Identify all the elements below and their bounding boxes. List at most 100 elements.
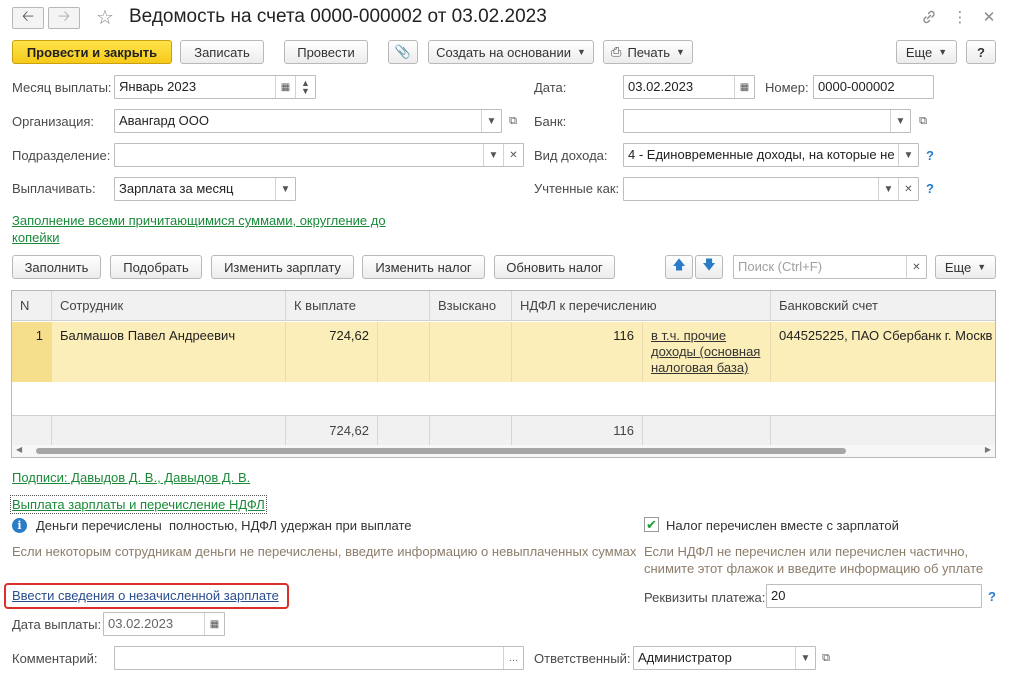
date-label: Дата:	[534, 80, 567, 95]
income-field[interactable]: 4 - Единовременные доходы, на которые не…	[623, 143, 919, 167]
back-button[interactable]: 🡠	[12, 7, 44, 29]
clear-icon[interactable]: ✕	[906, 256, 926, 278]
chevron-down-icon: ▼	[576, 47, 586, 57]
number-value: 0000-000002	[818, 79, 895, 94]
fill-settings-link[interactable]: Заполнение всеми причитающимися суммами,…	[12, 213, 386, 228]
search-input[interactable]: Поиск (Ctrl+F)	[734, 256, 906, 278]
chevron-down-icon[interactable]: ▼	[898, 144, 918, 166]
responsible-label: Ответственный:	[534, 651, 631, 666]
date-field[interactable]: 03.02.2023 ▦	[623, 75, 755, 99]
scrollbar-thumb[interactable]	[36, 448, 846, 454]
horizontal-scrollbar[interactable]: ◀ ▶	[12, 445, 995, 457]
pay-field[interactable]: Зарплата за месяц ▼	[114, 177, 296, 201]
help-question-icon[interactable]: ?	[926, 148, 934, 163]
comment-value	[115, 647, 503, 669]
col-employee[interactable]: Сотрудник	[52, 291, 286, 321]
more-label: Еще	[905, 44, 933, 60]
chevron-down-icon[interactable]: ▼	[890, 110, 910, 132]
forward-button[interactable]: 🡢	[48, 7, 80, 29]
create-based-button[interactable]: Создать на основании ▼	[428, 40, 594, 64]
change-salary-button[interactable]: Изменить зарплату	[211, 255, 354, 279]
help-question-icon[interactable]: ?	[988, 589, 996, 604]
clear-icon[interactable]: ✕	[898, 178, 918, 200]
pick-button[interactable]: Подобрать	[110, 255, 202, 279]
pay-value: Зарплата за месяц	[119, 181, 234, 196]
move-up-button[interactable]: 🡅	[665, 255, 693, 279]
counted-field[interactable]: ▼ ✕	[623, 177, 919, 201]
unaccrued-salary-link[interactable]: Ввести сведения о незачисленной зарплате	[12, 588, 279, 603]
fill-settings-link-cont[interactable]: копейки	[12, 230, 60, 245]
arrow-up-icon: 🡅	[672, 257, 686, 272]
post-and-close-button[interactable]: Провести и закрыть	[12, 40, 172, 64]
month-field[interactable]: Январь 2023 ▦ ▲ ▼	[114, 75, 316, 99]
signatures-link[interactable]: Подписи: Давыдов Д. В., Давыдов Д. В.	[12, 470, 250, 485]
more-button[interactable]: Еще ▼	[896, 40, 957, 64]
col-withheld[interactable]: Взыскано	[430, 291, 512, 321]
close-icon[interactable]: ✕	[980, 8, 998, 26]
table-more-label: Еще	[944, 259, 972, 275]
footer-cell	[12, 416, 52, 446]
ndfl-breakdown-link-1[interactable]: в т.ч. прочие	[651, 328, 762, 344]
calendar-icon[interactable]: ▦	[204, 613, 224, 635]
help-question-icon[interactable]: ?	[926, 181, 934, 196]
scroll-right-icon[interactable]: ▶	[985, 445, 991, 454]
open-icon[interactable]: ⧉	[503, 110, 523, 132]
payment-link[interactable]: Выплата зарплаты и перечисление НДФЛ	[10, 495, 267, 514]
comment-field[interactable]: …	[114, 646, 524, 670]
col-n[interactable]: N	[12, 291, 52, 321]
calendar-icon[interactable]: ▦	[734, 76, 754, 98]
fill-button[interactable]: Заполнить	[12, 255, 101, 279]
tax-with-salary-checkbox[interactable]: ✔	[644, 517, 659, 532]
help-button[interactable]: ?	[966, 40, 996, 64]
scroll-left-icon[interactable]: ◀	[16, 445, 22, 454]
pay-date-field[interactable]: 03.02.2023 ▦	[103, 612, 225, 636]
print-button[interactable]: ⎙ Печать ▼	[603, 40, 693, 64]
cell-withheld	[430, 322, 512, 382]
tax-with-salary-label[interactable]: Налог перечислен вместе с зарплатой	[666, 518, 899, 533]
dept-field[interactable]: ▼ ✕	[114, 143, 524, 167]
move-down-button[interactable]: 🡇	[695, 255, 723, 279]
cell-account: 044525225, ПАО Сбербанк г. Москв	[779, 328, 993, 343]
chevron-down-icon[interactable]: ▼	[483, 144, 503, 166]
col-account[interactable]: Банковский счет	[771, 291, 995, 321]
bank-field[interactable]: ▼	[623, 109, 911, 133]
more-vertical-icon[interactable]: ⋮	[951, 8, 969, 26]
search-field[interactable]: Поиск (Ctrl+F) ✕	[733, 255, 927, 279]
open-icon[interactable]: ⧉	[816, 647, 836, 669]
clear-icon[interactable]: ✕	[503, 144, 523, 166]
col-to-pay[interactable]: К выплате	[286, 291, 430, 321]
table-footer: 724,62 116	[12, 415, 995, 446]
refresh-tax-button[interactable]: Обновить налог	[494, 255, 615, 279]
col-ndfl[interactable]: НДФЛ к перечислению	[512, 291, 771, 321]
org-field[interactable]: Авангард ООО ▼	[114, 109, 502, 133]
attach-button[interactable]: 📎	[388, 40, 418, 64]
open-icon[interactable]: ⧉	[913, 110, 933, 132]
table-more-button[interactable]: Еще ▼	[935, 255, 996, 279]
ndfl-breakdown-link-2[interactable]: доходы (основная	[651, 344, 762, 360]
chevron-down-icon[interactable]: ▼	[481, 110, 501, 132]
table-header: N Сотрудник К выплате Взыскано НДФЛ к пе…	[12, 291, 995, 321]
counted-label: Учтенные как:	[534, 181, 620, 196]
link-icon[interactable]	[920, 8, 938, 26]
calendar-icon[interactable]: ▦	[275, 76, 295, 98]
print-label: Печать	[627, 44, 671, 60]
ndfl-breakdown-link-3[interactable]: налоговая база)	[651, 360, 762, 376]
ellipsis-icon[interactable]: …	[503, 647, 523, 669]
number-field[interactable]: 0000-000002	[813, 75, 934, 99]
responsible-field[interactable]: Администратор ▼	[633, 646, 816, 670]
chevron-down-icon[interactable]: ▼	[795, 647, 815, 669]
star-icon[interactable]: ☆	[96, 7, 114, 29]
pay-date-label: Дата выплаты:	[12, 617, 102, 632]
income-label: Вид дохода:	[534, 148, 608, 163]
month-stepper[interactable]: ▲ ▼	[295, 76, 315, 98]
table-row[interactable]: 1 Балмашов Павел Андреевич 724,62 116 в …	[12, 322, 995, 382]
chevron-down-icon[interactable]: ▼	[275, 178, 295, 200]
change-tax-button[interactable]: Изменить налог	[362, 255, 485, 279]
save-button[interactable]: Записать	[180, 40, 264, 64]
cell-ndfl-breakdown[interactable]: в т.ч. прочие доходы (основная налоговая…	[643, 322, 771, 382]
employees-table[interactable]: N Сотрудник К выплате Взыскано НДФЛ к пе…	[11, 290, 996, 458]
org-value: Авангард ООО	[119, 113, 209, 128]
chevron-down-icon[interactable]: ▼	[878, 178, 898, 200]
post-button[interactable]: Провести	[284, 40, 368, 64]
payment-details-field[interactable]: 20	[766, 584, 982, 608]
